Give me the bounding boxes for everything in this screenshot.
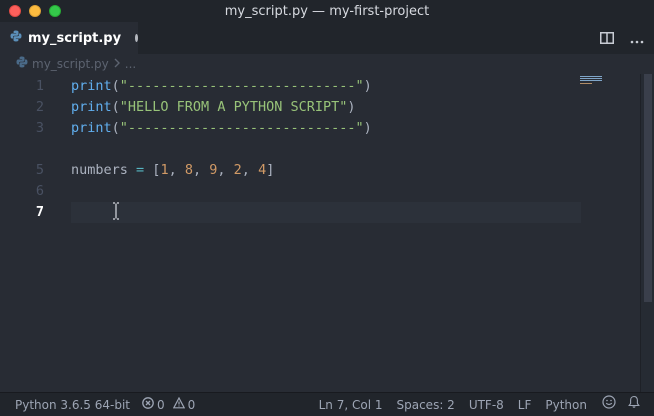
line-number: 3: [35, 120, 44, 136]
cursor-position[interactable]: Ln 7, Col 1: [319, 398, 383, 412]
notifications-bell-icon[interactable]: [628, 395, 640, 414]
active-line-number: 7: [35, 204, 44, 220]
line-number: 1: [35, 78, 44, 94]
current-line-highlight: [71, 202, 581, 223]
window-title: my_script.py — my-first-project: [224, 3, 430, 19]
status-bar: Python 3.6.5 64-bit 0 0 Ln 7, Col 1 Spac…: [0, 392, 654, 416]
zoom-window-button[interactable]: [49, 5, 61, 17]
code-editor[interactable]: 1 2 3 5 6 7 print("---------------------…: [0, 74, 640, 392]
breadcrumb: my_script.py ...: [0, 54, 654, 74]
scrollbar-thumb[interactable]: [644, 74, 652, 302]
feedback-smiley-icon[interactable]: [602, 395, 616, 414]
editor-tab[interactable]: my_script.py: [0, 22, 138, 54]
python-file-icon: [16, 55, 28, 73]
error-count: 0: [157, 397, 165, 412]
error-icon: [142, 396, 154, 414]
tab-actions: [600, 31, 644, 49]
window-controls: [9, 5, 61, 17]
line-number-gutter: 1 2 3 5 6 7: [0, 74, 58, 392]
minimap[interactable]: [580, 76, 608, 96]
python-file-icon: [10, 29, 22, 47]
close-window-button[interactable]: [9, 5, 21, 17]
chevron-right-icon: [113, 55, 121, 73]
title-bar: my_script.py — my-first-project: [0, 0, 654, 22]
tab-label: my_script.py: [28, 30, 122, 46]
code-line[interactable]: print("----------------------------"): [71, 76, 372, 97]
indentation-setting[interactable]: Spaces: 2: [397, 398, 455, 412]
code-line[interactable]: print("----------------------------"): [71, 118, 372, 139]
language-mode[interactable]: Python: [545, 398, 587, 412]
unsaved-indicator[interactable]: [135, 34, 138, 42]
code-line[interactable]: numbers = [1, 8, 9, 2, 4]: [71, 160, 274, 181]
file-encoding[interactable]: UTF-8: [469, 398, 504, 412]
line-ending[interactable]: LF: [518, 398, 532, 412]
line-number: 6: [35, 183, 44, 199]
warning-icon: [172, 396, 185, 414]
breadcrumb-symbols[interactable]: ...: [125, 57, 136, 71]
split-editor-icon[interactable]: [600, 31, 614, 49]
python-interpreter[interactable]: Python 3.6.5 64-bit: [15, 398, 130, 412]
line-number: 5: [35, 162, 44, 178]
line-number: 2: [35, 99, 44, 115]
more-actions-icon[interactable]: [630, 31, 644, 49]
vertical-scrollbar[interactable]: [640, 74, 654, 392]
minimize-window-button[interactable]: [29, 5, 41, 17]
problems-indicator[interactable]: 0 0: [142, 396, 195, 414]
warning-count: 0: [187, 397, 196, 412]
breadcrumb-file[interactable]: my_script.py: [32, 57, 109, 71]
tab-bar: my_script.py: [0, 22, 654, 54]
code-line[interactable]: print("HELLO FROM A PYTHON SCRIPT"): [71, 97, 356, 118]
text-cursor-icon: [112, 202, 120, 225]
